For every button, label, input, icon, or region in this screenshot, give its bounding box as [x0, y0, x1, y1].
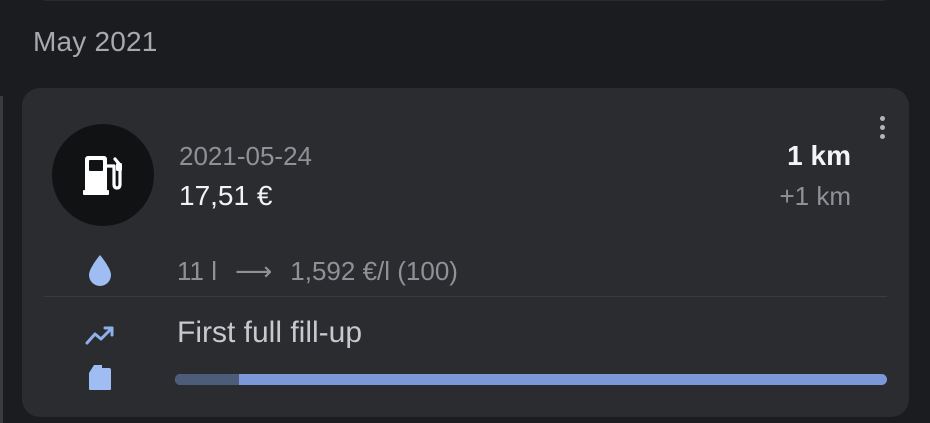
fuel-pump-icon	[83, 156, 122, 195]
fillup-progress-fill	[175, 374, 240, 385]
more-vert-icon	[879, 116, 885, 121]
divider	[44, 296, 887, 297]
odometer-distance: 1 km	[787, 140, 851, 171]
fuel-grade: (100)	[397, 256, 458, 286]
timeline-rail	[0, 96, 3, 423]
fillup-title: First full fill-up	[177, 316, 363, 349]
drop-icon	[89, 255, 111, 286]
distance-delta: +1 km	[779, 181, 851, 211]
fillup-card[interactable]: 2021-05-24 17,51 € 1 km +1 km 11 l ⟶ 1,592…	[22, 88, 909, 417]
previous-card-edge	[35, 0, 894, 1]
volume-price-row: 11 l ⟶ 1,592 €/l (100)	[177, 256, 458, 287]
more-vert-icon-dot	[879, 134, 885, 139]
price-per-liter: 1,592 €/l	[290, 256, 391, 286]
fillup-progress-bar	[175, 374, 887, 385]
fuel-volume: 11 l	[177, 256, 217, 286]
jerrycan-icon	[89, 365, 111, 390]
trend-icon	[85, 326, 114, 345]
month-header: May 2021	[33, 26, 158, 57]
entry-cost: 17,51 €	[179, 180, 273, 211]
more-options-button[interactable]	[870, 112, 894, 144]
entry-date: 2021-05-24	[179, 141, 312, 171]
fuel-type-badge	[52, 124, 154, 226]
more-vert-icon-dot	[879, 125, 885, 130]
arrow-icon: ⟶	[235, 256, 273, 286]
